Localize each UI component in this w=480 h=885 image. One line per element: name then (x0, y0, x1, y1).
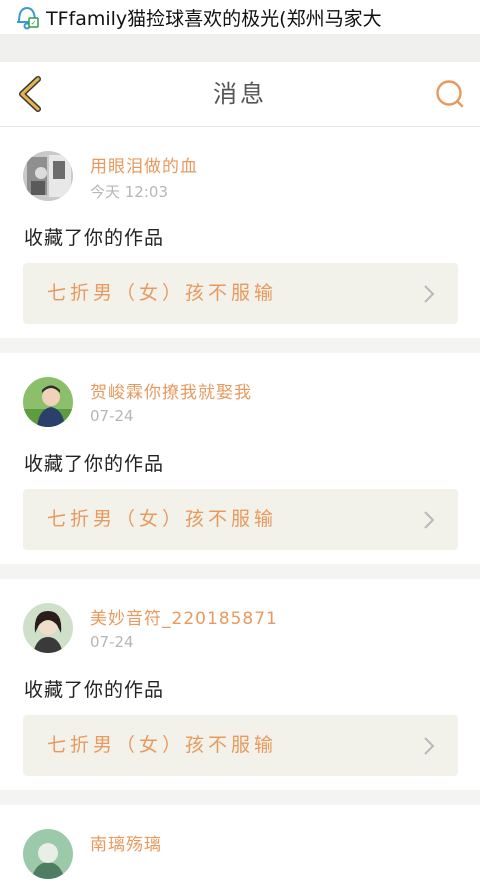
action-text: 收藏了你的作品 (24, 453, 165, 475)
avatar[interactable] (23, 377, 73, 427)
action-text: 收藏了你的作品 (24, 679, 165, 701)
message-card: 用眼泪做的血 今天 12:03 收藏了你的作品 七折男（女）孩不服输 (0, 127, 480, 338)
chevron-right-icon (424, 737, 435, 755)
search-button[interactable] (432, 76, 468, 112)
work-title: 七折男（女）孩不服输 (47, 734, 278, 756)
status-bar: ✓ TFfamily猫捡球喜欢的极光(郑州马家大 (0, 0, 480, 34)
avatar[interactable] (23, 603, 73, 653)
username[interactable]: 用眼泪做的血 (90, 152, 198, 177)
timestamp: 07-24 (90, 633, 134, 651)
chevron-right-icon (424, 511, 435, 529)
username[interactable]: 南璃殇璃 (90, 830, 162, 855)
work-link[interactable]: 七折男（女）孩不服输 (23, 715, 458, 776)
username[interactable]: 贺峻霖你撩我就娶我 (90, 378, 252, 403)
chevron-right-icon (424, 285, 435, 303)
message-list: 用眼泪做的血 今天 12:03 收藏了你的作品 七折男（女）孩不服输 贺峻霖你撩… (0, 127, 480, 885)
message-card: 南璃殇璃 (0, 805, 480, 885)
work-link[interactable]: 七折男（女）孩不服输 (23, 489, 458, 550)
work-title: 七折男（女）孩不服输 (47, 508, 278, 530)
avatar[interactable] (23, 151, 73, 201)
work-title: 七折男（女）孩不服输 (47, 282, 278, 304)
timestamp: 07-24 (90, 407, 134, 425)
svg-text:✓: ✓ (31, 19, 37, 27)
search-icon (436, 80, 464, 108)
timestamp: 今天 12:03 (90, 183, 168, 201)
status-strip (0, 34, 480, 62)
bell-icon: ✓ (12, 2, 42, 32)
action-text: 收藏了你的作品 (24, 227, 165, 249)
avatar[interactable] (23, 829, 73, 879)
message-card: 美妙音符_220185871 07-24 收藏了你的作品 七折男（女）孩不服输 (0, 579, 480, 790)
username[interactable]: 美妙音符_220185871 (90, 604, 278, 629)
notification-text: TFfamily猫捡球喜欢的极光(郑州马家大 (46, 7, 382, 30)
message-card: 贺峻霖你撩我就娶我 07-24 收藏了你的作品 七折男（女）孩不服输 (0, 353, 480, 564)
page-title: 消息 (213, 80, 267, 108)
work-link[interactable]: 七折男（女）孩不服输 (23, 263, 458, 324)
navbar: 消息 (0, 62, 480, 127)
